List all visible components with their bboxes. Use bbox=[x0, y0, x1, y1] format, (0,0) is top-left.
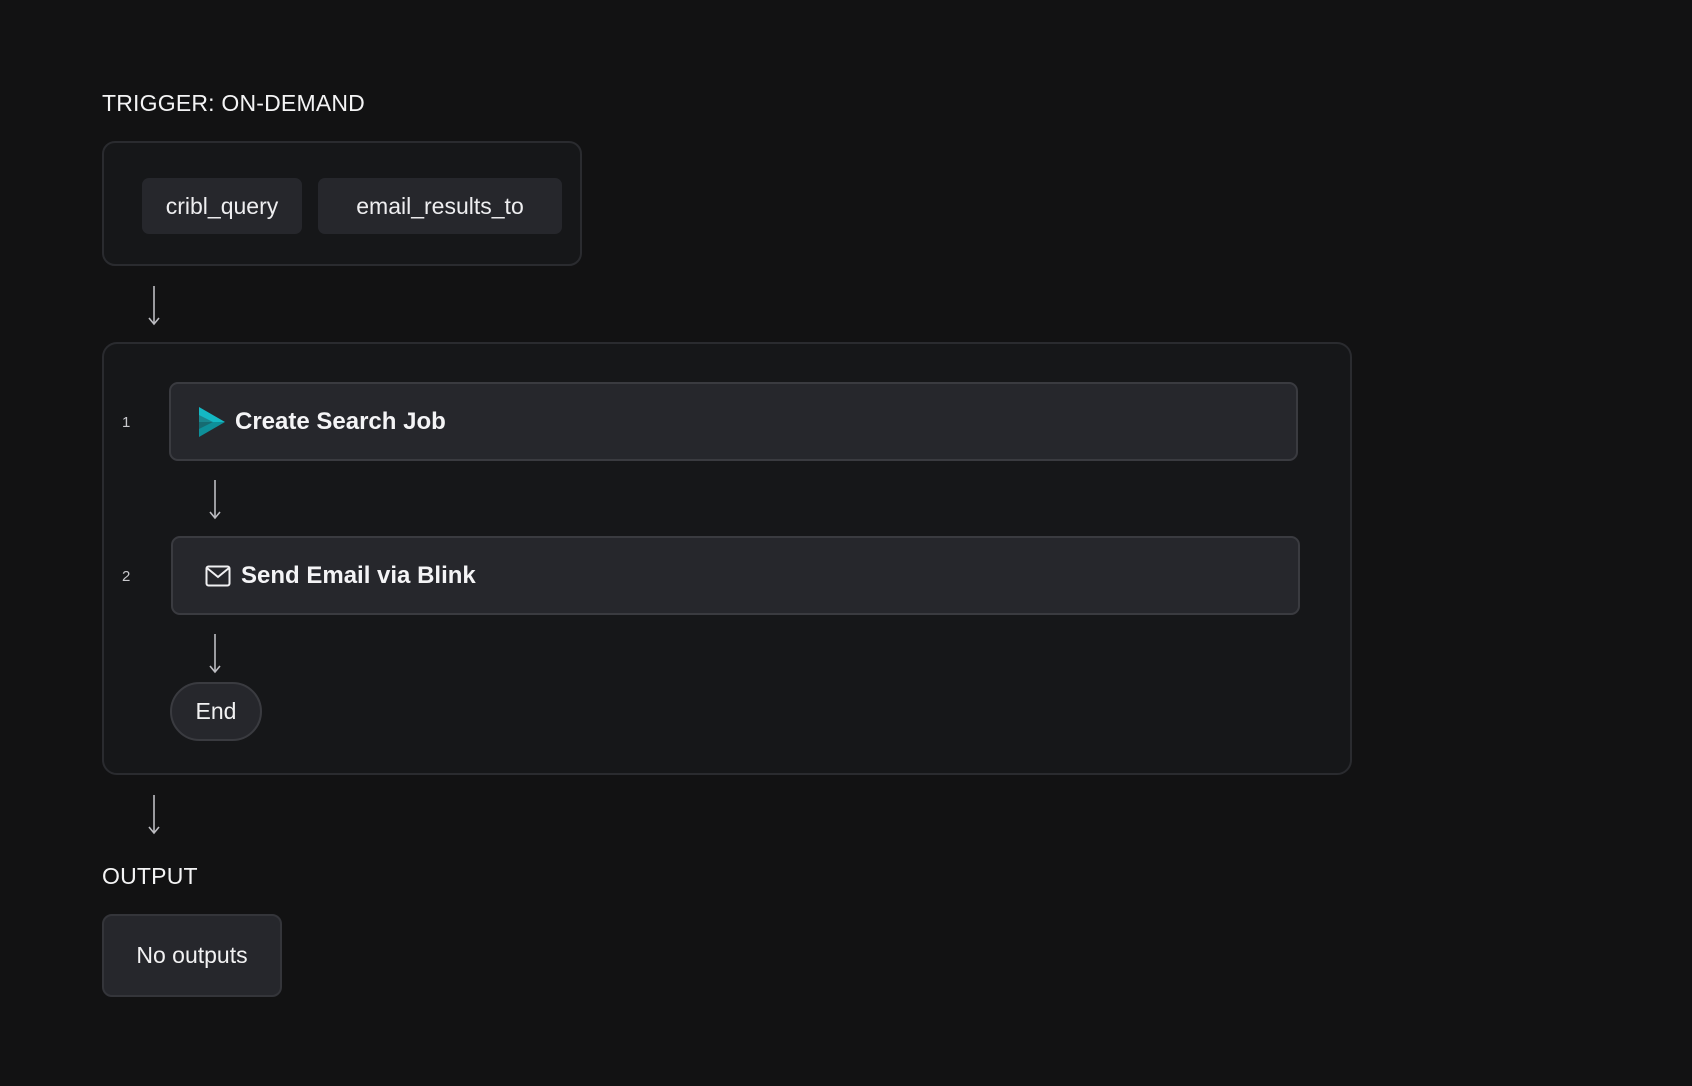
step-title: Create Search Job bbox=[235, 407, 446, 435]
steps-container: 1 Create Search Job 2 Send Email via Bli… bbox=[102, 342, 1352, 775]
step-number: 1 bbox=[122, 414, 131, 431]
step-create-search-job[interactable]: Create Search Job bbox=[169, 382, 1298, 461]
step-title: Send Email via Blink bbox=[241, 561, 476, 589]
trigger-label: TRIGGER: ON-DEMAND bbox=[102, 90, 365, 116]
param-chip-cribl-query[interactable]: cribl_query bbox=[142, 178, 302, 234]
arrow-down-icon bbox=[208, 480, 222, 520]
no-outputs-box: No outputs bbox=[102, 914, 282, 997]
arrow-down-icon bbox=[208, 634, 222, 674]
end-node: End bbox=[170, 682, 262, 741]
trigger-box[interactable]: cribl_query email_results_to bbox=[102, 141, 582, 266]
step-send-email-via-blink[interactable]: Send Email via Blink bbox=[171, 536, 1300, 615]
arrow-down-icon bbox=[147, 286, 161, 326]
mail-icon bbox=[205, 565, 231, 587]
param-chip-email-results-to[interactable]: email_results_to bbox=[318, 178, 562, 234]
arrow-down-icon bbox=[147, 795, 161, 835]
output-label: OUTPUT bbox=[102, 863, 198, 889]
step-number: 2 bbox=[122, 568, 131, 585]
cribl-search-icon bbox=[199, 406, 225, 437]
